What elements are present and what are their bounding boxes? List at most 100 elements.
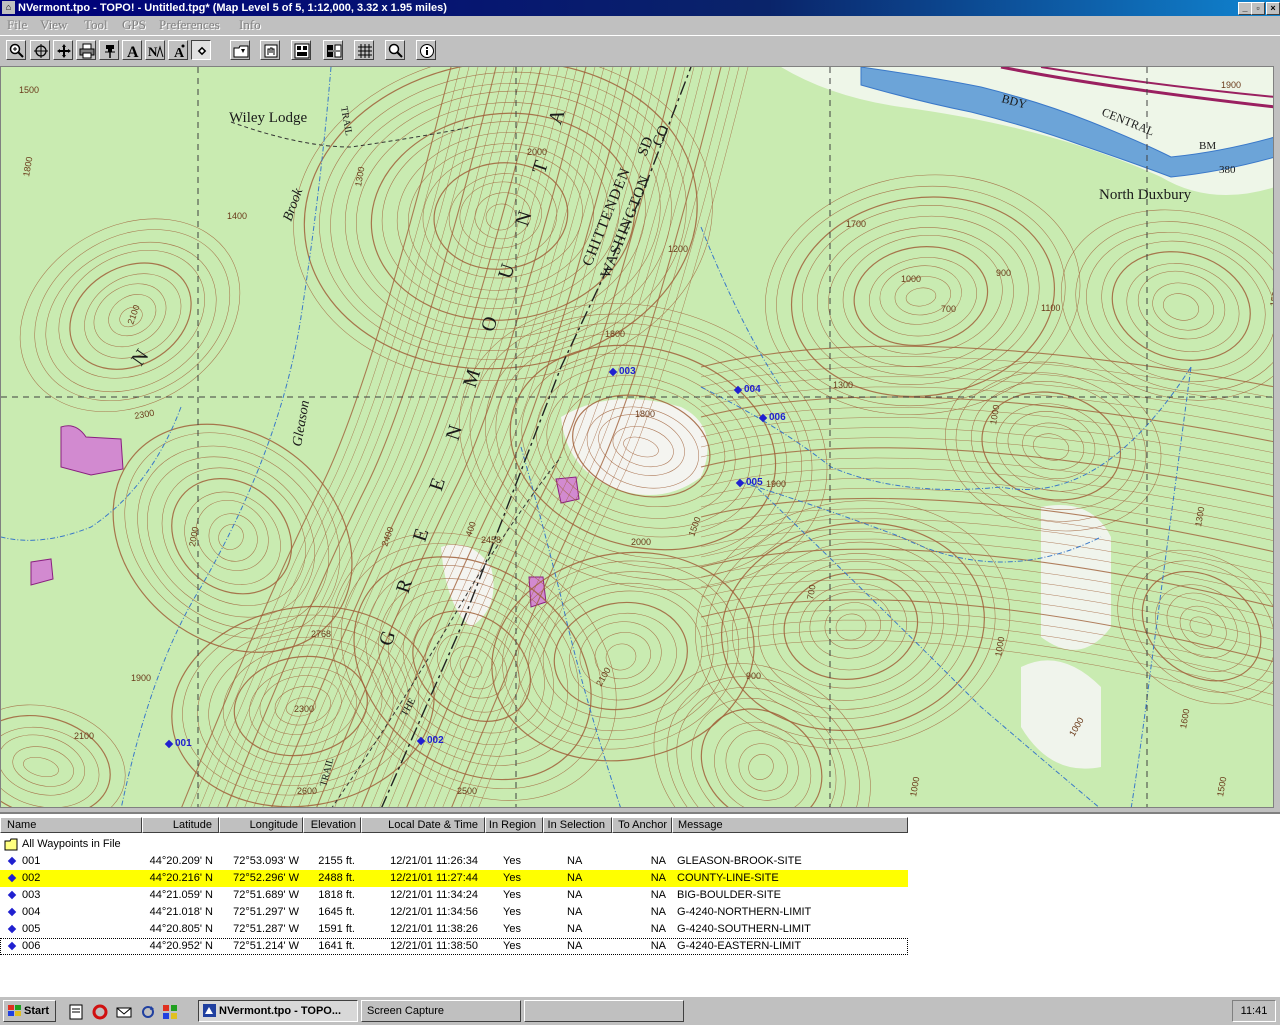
topo-map-canvas[interactable]: Wiley Lodge North Duxbury Brook Gleason … xyxy=(1,67,1274,808)
center-tool-button[interactable] xyxy=(30,40,50,60)
elevation-tool-button[interactable]: A xyxy=(168,40,188,60)
zoom-icon xyxy=(9,43,24,58)
magnify-button[interactable] xyxy=(385,40,405,60)
cell-elevation: 1818 ft. xyxy=(318,889,355,901)
topo-map-view[interactable]: Wiley Lodge North Duxbury Brook Gleason … xyxy=(0,66,1274,808)
cell-longitude: 72°51.214' W xyxy=(233,940,299,952)
cell-longitude: 72°51.287' W xyxy=(233,923,299,935)
waypoint-label: 006 xyxy=(769,412,786,423)
grid-icon xyxy=(358,44,372,58)
cell-name: 006 xyxy=(22,940,41,952)
cell-latitude: 44°21.018' N xyxy=(149,906,213,918)
contour-label: 1800 xyxy=(605,329,625,339)
cell-to-anchor: NA xyxy=(650,855,666,867)
cell-name: 004 xyxy=(22,906,41,918)
info-button[interactable] xyxy=(416,40,436,60)
menu-file[interactable]: File xyxy=(7,17,27,33)
gps-transfer-button[interactable] xyxy=(323,40,343,60)
cell-to-anchor: NA xyxy=(650,906,666,918)
cell-local-time: 12/21/01 11:26:34 xyxy=(390,855,478,867)
waypoint-row[interactable]: 003 44°21.059' N 72°51.689' W 1818 ft. 12/21… xyxy=(0,887,908,904)
map-scrollbar[interactable] xyxy=(1274,66,1280,808)
cell-longitude: 72°51.689' W xyxy=(233,889,299,901)
cell-in-region: Yes xyxy=(503,940,521,952)
cell-message: G-4240-SOUTHERN-LIMIT xyxy=(677,923,811,935)
cell-name: 002 xyxy=(22,872,41,884)
cell-in-region: Yes xyxy=(503,855,521,867)
waypoint-tool-button[interactable] xyxy=(191,40,211,60)
cell-to-anchor: NA xyxy=(650,889,666,901)
waypoint-list[interactable]: Name Latitude Longitude Elevation Local … xyxy=(0,812,1280,998)
print-button[interactable] xyxy=(76,40,96,60)
column-header-in-selection[interactable]: In Selection xyxy=(543,817,612,833)
column-header-message[interactable]: Message xyxy=(672,817,908,833)
cell-to-anchor: NA xyxy=(650,872,666,884)
menu-preferences[interactable]: Preferences xyxy=(159,17,220,33)
pin-tool-button[interactable] xyxy=(99,40,119,60)
waypoint-row[interactable]: 004 44°21.018' N 72°51.297' W 1645 ft. 12/21… xyxy=(0,904,908,921)
waypoint-row[interactable]: 006 44°20.952' N 72°51.214' W 1641 ft. 12/21… xyxy=(0,938,908,955)
cell-in-selection: NA xyxy=(567,889,583,901)
column-header-name[interactable]: Name xyxy=(0,817,142,833)
contour-label: 2000 xyxy=(527,147,547,157)
task-screen-capture[interactable]: Screen Capture xyxy=(361,1000,521,1022)
waypoint-label: 003 xyxy=(619,366,636,377)
magnify-icon xyxy=(388,43,403,58)
contour-label: 1900 xyxy=(766,479,786,489)
app-icon[interactable]: ⌂ xyxy=(2,1,15,14)
apps-quicklaunch-icon[interactable] xyxy=(162,1004,178,1020)
contour-label: 1900 xyxy=(131,673,151,683)
waypoint-row[interactable]: 005 44°20.805' N 72°51.287' W 1591 ft. 12/21… xyxy=(0,921,908,938)
cell-to-anchor: NA xyxy=(650,923,666,935)
cell-name: 005 xyxy=(22,923,41,935)
column-header-longitude[interactable]: Longitude xyxy=(219,817,303,833)
profile-tool-button[interactable]: N xyxy=(145,40,165,60)
task-empty-slot[interactable] xyxy=(524,1000,684,1022)
cell-latitude: 44°20.209' N xyxy=(149,855,213,867)
group-label: All Waypoints in File xyxy=(22,838,121,850)
waypoint-row[interactable]: 001 44°20.209' N 72°53.093' W 2155 ft. 12/21… xyxy=(0,853,908,870)
task-screen-capture-label: Screen Capture xyxy=(367,1005,445,1017)
window-title: NVermont.tpo - TOPO! - Untitled.tpg* (Ma… xyxy=(18,2,447,14)
contour-label: 1700 xyxy=(846,219,866,229)
gps-transfer-icon xyxy=(327,44,342,58)
text-tool-button[interactable]: A xyxy=(122,40,142,60)
open-button[interactable] xyxy=(230,40,250,60)
cell-elevation: 1641 ft. xyxy=(318,940,355,952)
info-icon xyxy=(420,44,434,58)
menu-gps[interactable]: GPS xyxy=(122,17,146,33)
menu-info[interactable]: Info xyxy=(239,17,261,33)
menu-view[interactable]: View xyxy=(40,17,67,33)
title-bar: ⌂ NVermont.tpo - TOPO! - Untitled.tpg* (… xyxy=(0,0,1280,16)
svg-text:A: A xyxy=(127,44,139,59)
waypoint-group-row[interactable]: All Waypoints in File xyxy=(0,836,908,853)
svg-text:N: N xyxy=(148,44,158,59)
mail-quicklaunch-icon[interactable] xyxy=(116,1004,132,1020)
waypoint-row[interactable]: 002 44°20.216' N 72°52.296' W 2488 ft. 12/21… xyxy=(0,870,908,887)
zoom-tool-button[interactable] xyxy=(6,40,26,60)
pin-icon xyxy=(105,45,115,58)
column-header-in-region[interactable]: In Region xyxy=(485,817,543,833)
waypoint-diamond-icon xyxy=(7,873,17,883)
minimize-button[interactable]: _ xyxy=(1238,2,1252,15)
column-header-latitude[interactable]: Latitude xyxy=(142,817,219,833)
menu-tool[interactable]: Tool xyxy=(84,17,108,33)
start-button[interactable]: Start xyxy=(3,1000,56,1022)
opera-quicklaunch-icon[interactable] xyxy=(92,1004,108,1020)
grid-button[interactable] xyxy=(354,40,374,60)
column-header-to-anchor[interactable]: To Anchor xyxy=(612,817,672,833)
hand-tool-button[interactable] xyxy=(260,40,280,60)
close-button[interactable]: × xyxy=(1266,2,1280,15)
notepad-quicklaunch-icon[interactable] xyxy=(68,1004,84,1020)
restore-button[interactable]: ▫ xyxy=(1251,2,1265,15)
column-header-elevation[interactable]: Elevation xyxy=(303,817,361,833)
cell-message: BIG-BOULDER-SITE xyxy=(677,889,781,901)
refresh-quicklaunch-icon[interactable] xyxy=(140,1004,156,1020)
cell-message: COUNTY-LINE-SITE xyxy=(677,872,779,884)
task-topo-window[interactable]: NVermont.tpo - TOPO... xyxy=(198,1000,358,1022)
gps-button[interactable] xyxy=(291,40,311,60)
waypoint-diamond-icon xyxy=(7,856,17,866)
waypoint-diamond-icon xyxy=(7,890,17,900)
pan-tool-button[interactable] xyxy=(53,40,73,60)
column-header-local-time[interactable]: Local Date & Time xyxy=(361,817,485,833)
